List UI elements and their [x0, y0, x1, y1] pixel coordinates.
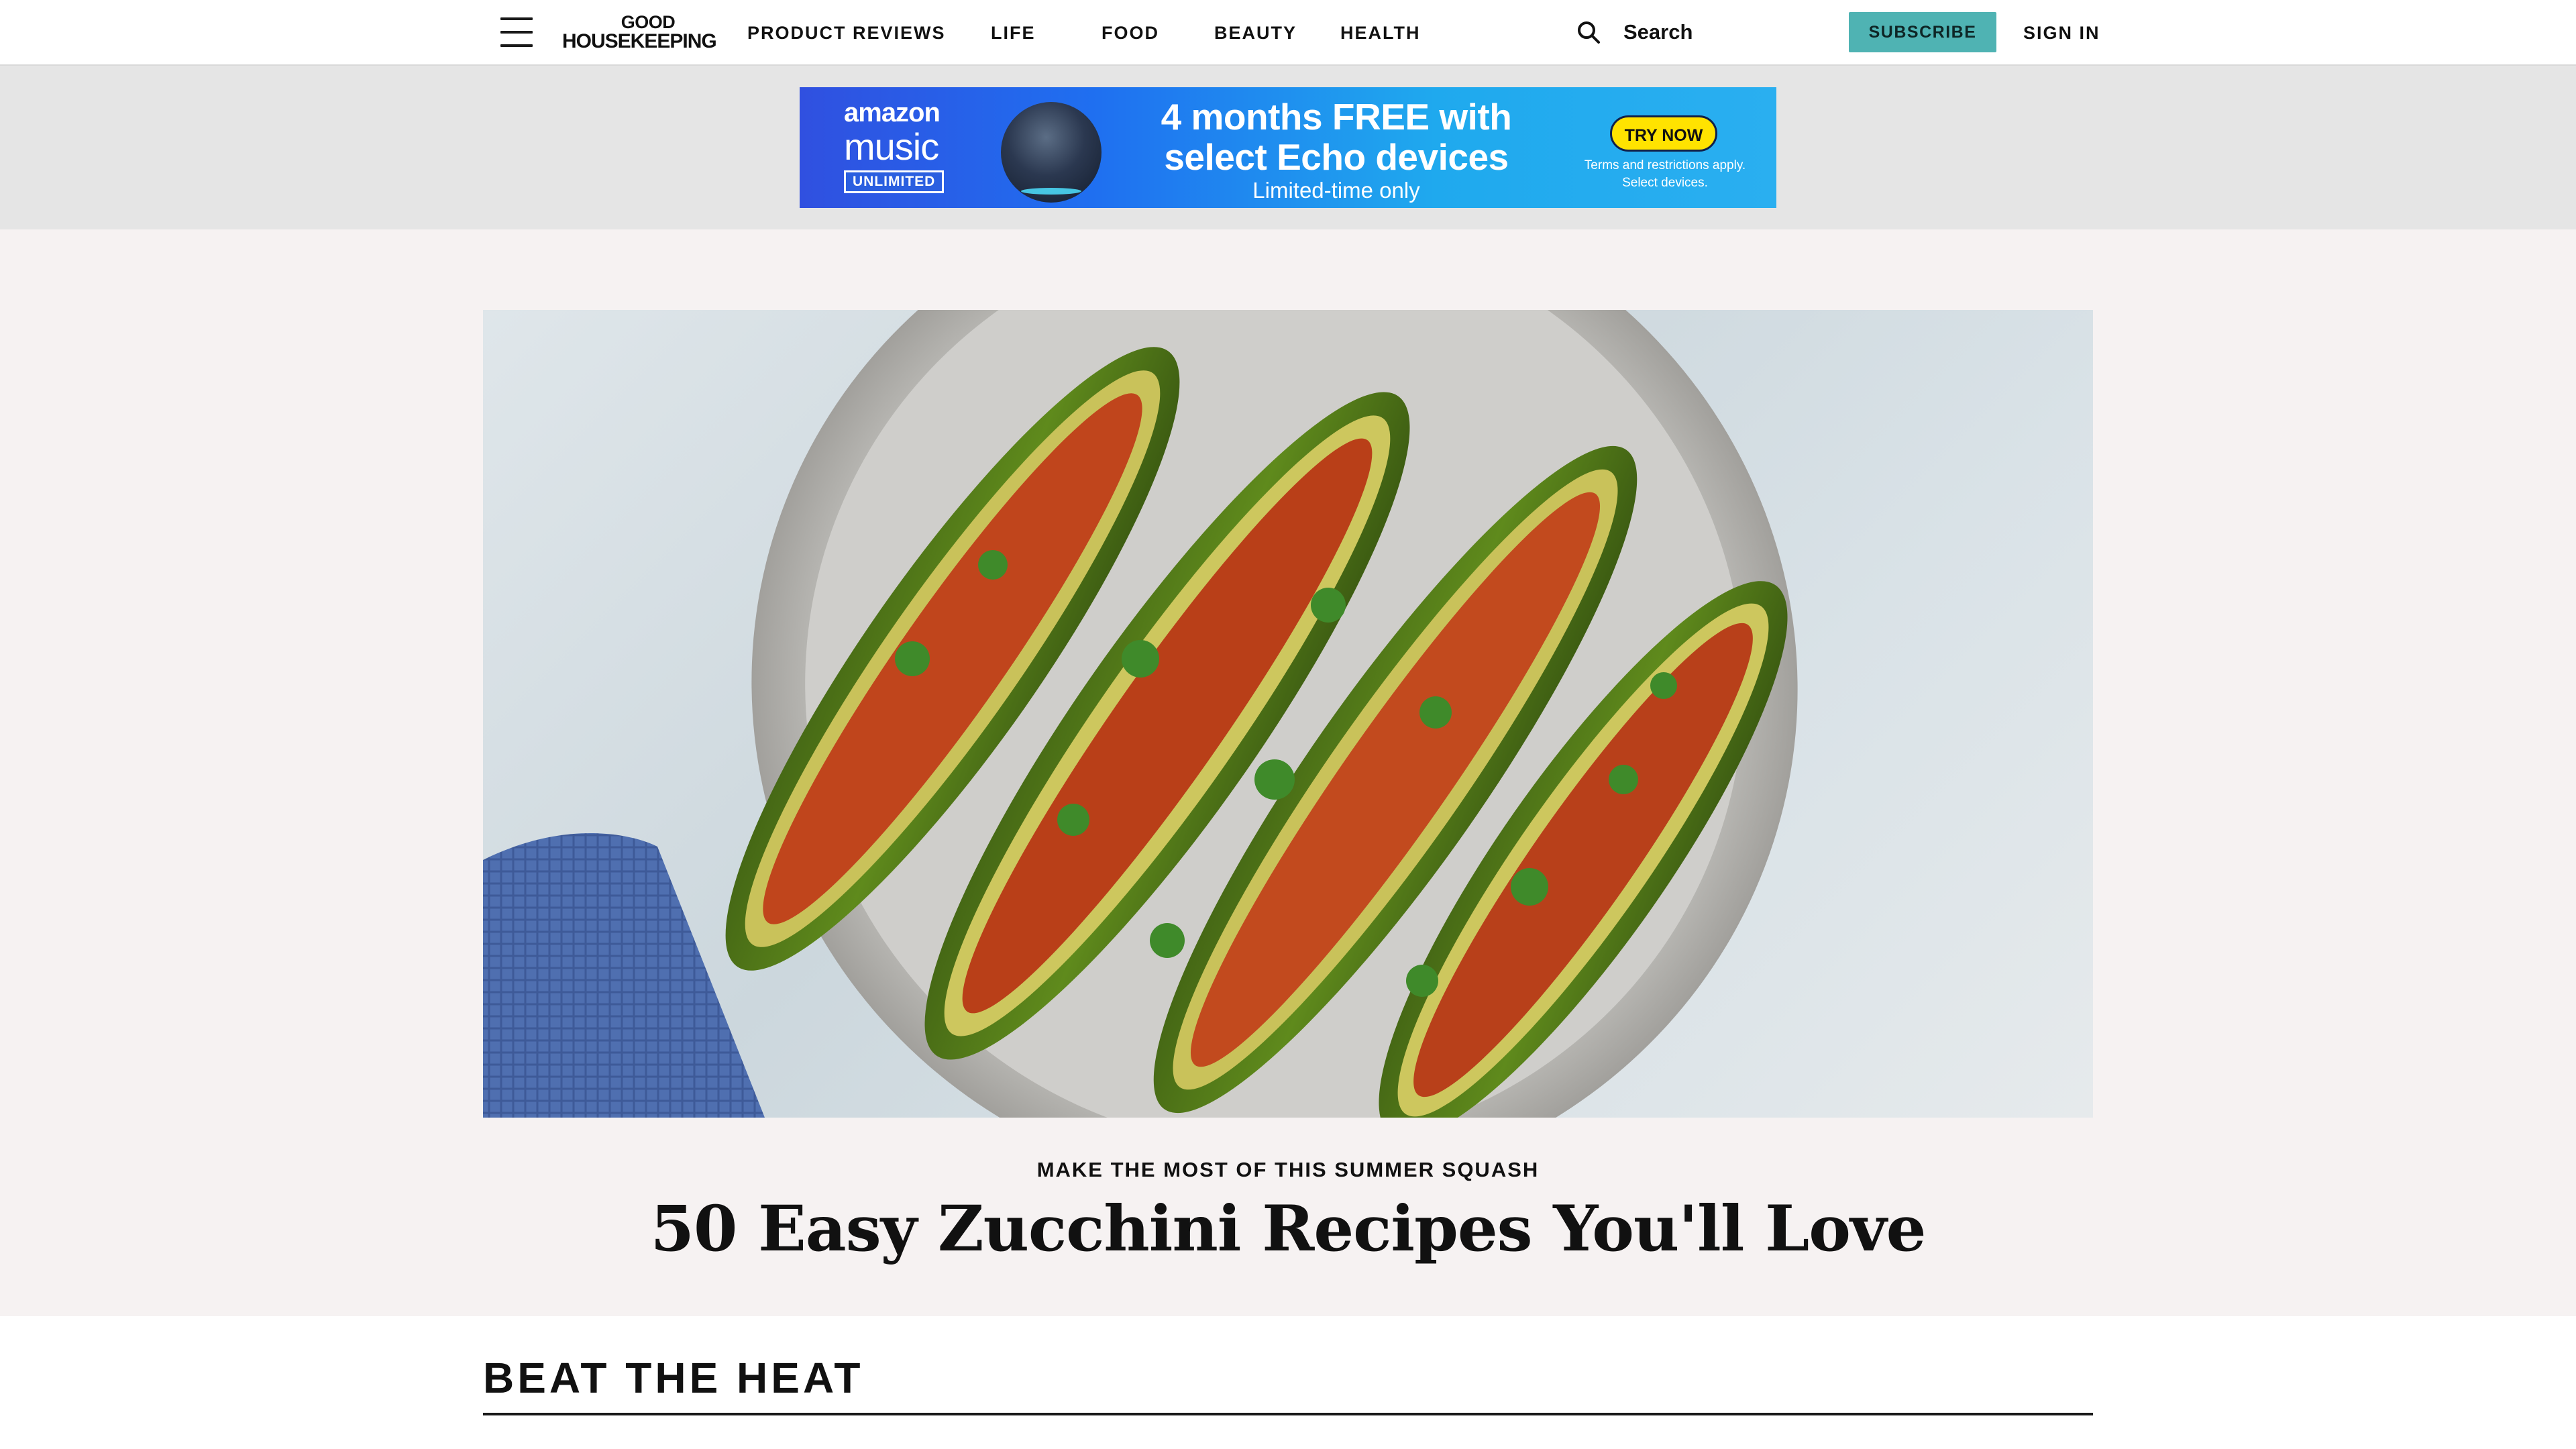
- section-heading: BEAT THE HEAT: [483, 1354, 864, 1402]
- ad-brand-logo: amazon music UNLIMITED: [844, 98, 951, 193]
- nav-beauty[interactable]: BEAUTY: [1214, 23, 1297, 44]
- subscribe-button[interactable]: SUBSCRIBE: [1849, 12, 1996, 52]
- ad-band: amazon music UNLIMITED 4 months FREE wit…: [0, 66, 2576, 229]
- ad-brand-badge: UNLIMITED: [844, 170, 945, 193]
- section-heading-block: BEAT THE HEAT: [483, 1351, 2093, 1415]
- site-header: GOOD HOUSEKEEPING PRODUCT REVIEWS LIFE F…: [0, 0, 2576, 66]
- sign-in-link[interactable]: SIGN IN: [2023, 23, 2100, 44]
- search-label: Search: [1623, 20, 1693, 44]
- hero-area: MAKE THE MOST OF THIS SUMMER SQUASH 50 E…: [0, 229, 2576, 1316]
- logo-line-2: HOUSEKEEPING: [562, 30, 717, 52]
- zucchini-plate-illustration: [483, 310, 1798, 1118]
- hero-image-stuffed-zucchini[interactable]: [483, 310, 2093, 1118]
- site-logo[interactable]: GOOD HOUSEKEEPING: [562, 12, 717, 52]
- logo-line-1: GOOD: [621, 12, 676, 32]
- hamburger-menu-icon[interactable]: [500, 17, 533, 47]
- nav-food[interactable]: FOOD: [1102, 23, 1159, 44]
- ad-brand-line-1: amazon: [844, 98, 941, 127]
- ad-brand-line-2: music: [844, 125, 939, 168]
- ad-terms: Terms and restrictions apply. Select dev…: [1584, 158, 1746, 190]
- nav-life[interactable]: LIFE: [991, 23, 1036, 44]
- nav-product-reviews[interactable]: PRODUCT REVIEWS: [747, 23, 946, 44]
- ad-banner[interactable]: amazon music UNLIMITED 4 months FREE wit…: [800, 87, 1776, 208]
- hero-title[interactable]: 50 Easy Zucchini Recipes You'll Love: [483, 1189, 2093, 1269]
- nav-health[interactable]: HEALTH: [1340, 23, 1421, 44]
- echo-device-image: [1001, 102, 1102, 203]
- ad-headline: 4 months FREE with select Echo devices: [1161, 96, 1512, 178]
- search-icon: [1578, 21, 1600, 44]
- ad-cta-button[interactable]: TRY NOW: [1610, 115, 1717, 152]
- hero-dek: MAKE THE MOST OF THIS SUMMER SQUASH: [1036, 1158, 1540, 1181]
- ad-subline: Limited-time only: [1252, 178, 1420, 203]
- search-button[interactable]: Search: [1576, 17, 1764, 48]
